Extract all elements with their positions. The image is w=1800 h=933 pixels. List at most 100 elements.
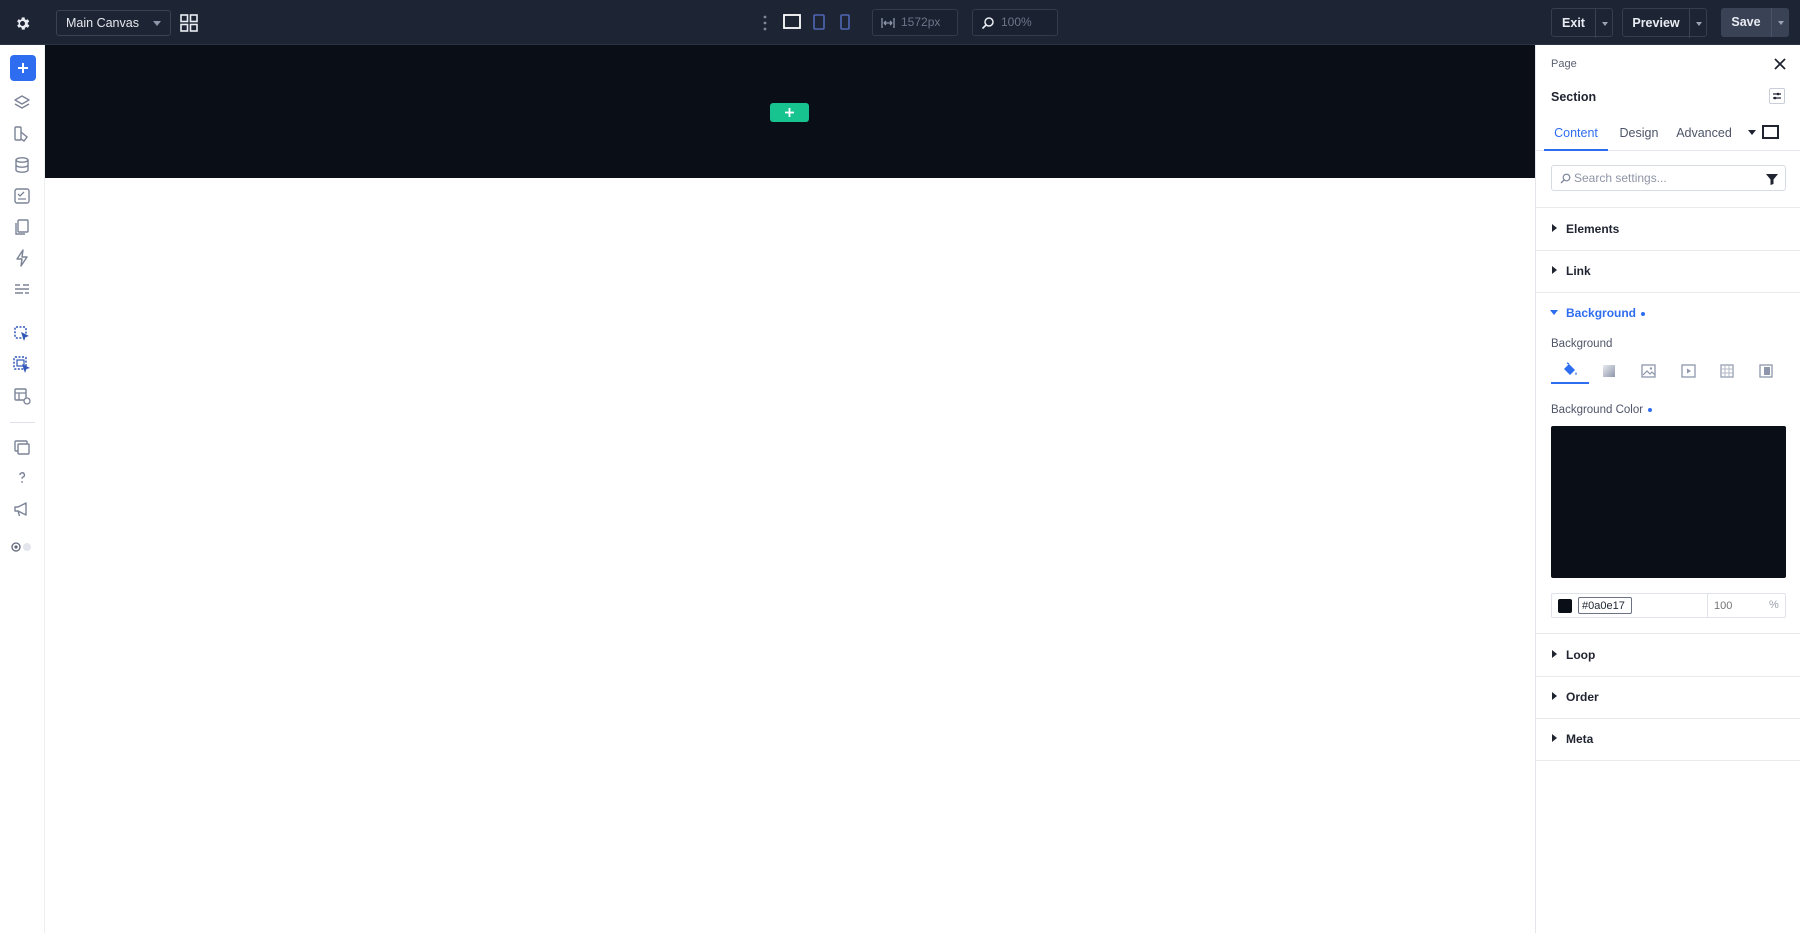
- canvas-width-field[interactable]: 1572px: [872, 9, 958, 36]
- save-button[interactable]: Save: [1721, 8, 1789, 37]
- gradient-icon: [1603, 365, 1615, 377]
- more-vertical-icon[interactable]: [762, 14, 768, 32]
- divider: [1707, 594, 1708, 617]
- accordion-elements[interactable]: Elements: [1536, 208, 1800, 250]
- preview-button[interactable]: Preview: [1622, 8, 1707, 38]
- zoom-value: 100%: [1001, 15, 1032, 29]
- tab-advanced[interactable]: Advanced: [1670, 115, 1738, 151]
- background-color-label: Background Color: [1551, 404, 1644, 416]
- caret-right-icon: [1552, 650, 1557, 658]
- plus-icon: [18, 63, 28, 73]
- panel-breadcrumb[interactable]: Page: [1551, 58, 1577, 70]
- canvas-selector-dropdown[interactable]: Main Canvas: [56, 10, 171, 36]
- accordion-order[interactable]: Order: [1536, 676, 1800, 718]
- settings-panel: Page Section Content Design Advanced Ele…: [1535, 45, 1800, 933]
- app-root: Main Canvas 1572px 100% Exit Preview Sav…: [0, 0, 1800, 933]
- mobile-device-icon[interactable]: [840, 14, 850, 30]
- section-options-button[interactable]: [1769, 88, 1785, 104]
- modified-dot-indicator: [1641, 311, 1646, 316]
- accordion-meta[interactable]: Meta: [1536, 718, 1800, 760]
- selected-section-block[interactable]: [45, 45, 1535, 178]
- database-icon[interactable]: [12, 155, 32, 175]
- bg-type-overlay[interactable]: [1747, 358, 1785, 384]
- paint-bucket-icon: [1564, 362, 1577, 375]
- panel-tabs: Content Design Advanced: [1536, 115, 1800, 151]
- bg-type-color[interactable]: [1551, 358, 1589, 384]
- rail-divider: [10, 422, 35, 423]
- accordion-elements-label: Elements: [1566, 222, 1620, 236]
- panel-title: Section: [1551, 90, 1597, 104]
- modified-dot-indicator: [1648, 407, 1653, 412]
- background-type-label: Background: [1551, 338, 1613, 350]
- lightning-interactions-icon[interactable]: [12, 248, 32, 268]
- exit-button[interactable]: Exit: [1551, 8, 1613, 38]
- popups-window-icon[interactable]: [12, 437, 32, 457]
- accordion-order-label: Order: [1566, 690, 1599, 704]
- zoom-field[interactable]: 100%: [972, 9, 1058, 36]
- query-loop-icon[interactable]: [12, 324, 32, 344]
- tablet-device-icon[interactable]: [813, 14, 825, 30]
- tabs-more-caret-icon[interactable]: [1748, 130, 1756, 135]
- bg-type-pattern[interactable]: [1708, 358, 1746, 384]
- search-settings-input[interactable]: [1574, 166, 1754, 190]
- settings-gear-icon[interactable]: [10, 11, 34, 35]
- save-dropdown-caret[interactable]: [1771, 8, 1789, 37]
- hex-color-input[interactable]: [1578, 597, 1632, 614]
- layers-icon[interactable]: [12, 93, 32, 113]
- add-section-button[interactable]: [770, 103, 809, 122]
- main-canvas[interactable]: [45, 45, 1535, 933]
- search-icon: [1560, 173, 1571, 184]
- color-swatch[interactable]: [1558, 599, 1572, 613]
- plus-icon: [785, 108, 794, 117]
- filter-icon[interactable]: [1765, 172, 1779, 186]
- canvas-width-value: 1572px: [901, 15, 941, 29]
- tab-design[interactable]: Design: [1614, 115, 1664, 151]
- query-loop-multi-icon[interactable]: [12, 355, 32, 375]
- theme-toggle-switch[interactable]: [10, 537, 34, 557]
- help-question-icon[interactable]: [12, 468, 32, 488]
- color-value-row: %: [1551, 593, 1786, 618]
- grid-apps-icon[interactable]: [180, 14, 198, 32]
- style-brush-icon[interactable]: [12, 124, 32, 144]
- preview-dropdown-caret[interactable]: [1689, 9, 1707, 38]
- caret-right-icon: [1552, 692, 1557, 700]
- opacity-input[interactable]: [1714, 597, 1754, 614]
- accordion-background[interactable]: Background: [1536, 292, 1800, 334]
- accordion-link[interactable]: Link: [1536, 250, 1800, 292]
- accordion-meta-label: Meta: [1566, 732, 1594, 746]
- accordion-loop-label: Loop: [1566, 648, 1596, 662]
- chevron-down-icon: [153, 21, 161, 26]
- accordion-background-label: Background: [1566, 306, 1637, 320]
- caret-down-icon: [1550, 310, 1558, 315]
- left-tool-rail: [0, 45, 45, 933]
- bg-type-gradient[interactable]: [1590, 358, 1628, 384]
- menu-list-icon[interactable]: [12, 279, 32, 299]
- opacity-unit: %: [1769, 599, 1779, 611]
- bg-type-video[interactable]: [1669, 358, 1707, 384]
- color-picker-area[interactable]: [1551, 426, 1786, 578]
- accordion-link-label: Link: [1566, 264, 1591, 278]
- breakpoint-square-icon[interactable]: [1762, 125, 1779, 139]
- form-component-icon[interactable]: [12, 186, 32, 206]
- exit-dropdown-caret[interactable]: [1595, 9, 1613, 38]
- caret-right-icon: [1552, 266, 1557, 274]
- canvas-selector-label: Main Canvas: [66, 16, 139, 30]
- template-settings-icon[interactable]: [12, 386, 32, 406]
- top-toolbar: Main Canvas 1572px 100% Exit Preview Sav…: [0, 0, 1800, 45]
- sliders-icon: [1773, 92, 1781, 100]
- bg-type-image[interactable]: [1629, 358, 1667, 384]
- video-play-icon: [1680, 364, 1696, 378]
- caret-right-icon: [1552, 734, 1557, 742]
- settings-search-box: [1551, 165, 1786, 191]
- desktop-device-icon[interactable]: [783, 14, 801, 29]
- pages-copy-icon[interactable]: [12, 217, 32, 237]
- background-type-selector: [1551, 358, 1786, 384]
- announcement-megaphone-icon[interactable]: [12, 499, 32, 519]
- add-element-button[interactable]: [10, 55, 36, 81]
- caret-right-icon: [1552, 224, 1557, 232]
- accordion-loop[interactable]: Loop: [1536, 634, 1800, 676]
- overlay-icon: [1759, 364, 1773, 378]
- tab-content[interactable]: Content: [1544, 115, 1608, 151]
- width-arrows-icon: [881, 18, 895, 28]
- close-icon[interactable]: [1773, 57, 1787, 71]
